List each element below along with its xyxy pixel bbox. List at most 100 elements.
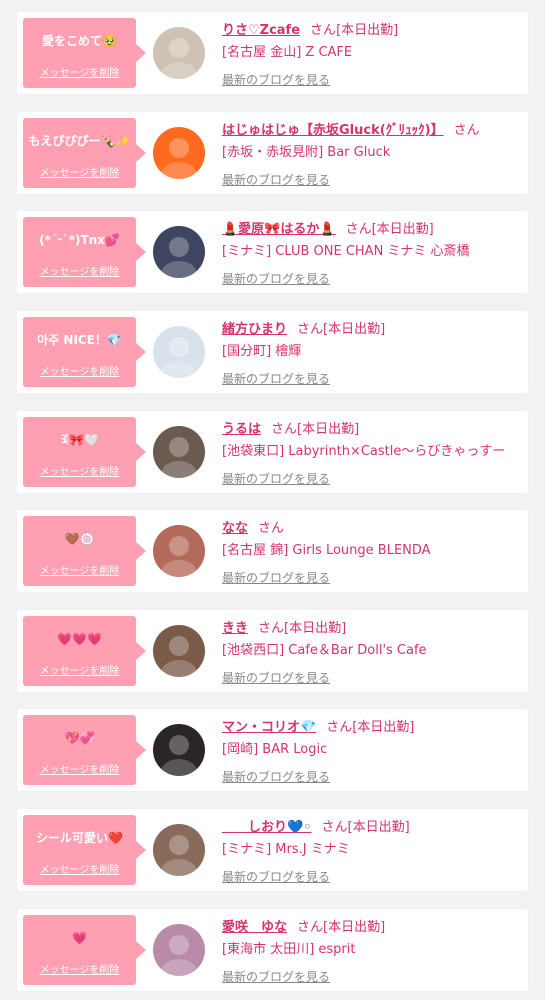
cast-name-link[interactable]: しおり💙◦ — [222, 820, 312, 835]
shop-name: [名古屋 金山] Z CAFE — [222, 45, 353, 60]
message-bubble: 💗💗💗 メッセージを削除 — [23, 616, 146, 686]
shop-name: [岡崎] BAR Logic — [222, 742, 328, 757]
honorific-label: さん — [345, 222, 372, 237]
latest-blog-link[interactable]: 最新のブログを見る — [222, 270, 330, 287]
message-card: シール可愛い❤️ メッセージを削除 しおり💙◦ さん[本日出勤] [ミナミ] Mrs.… — [17, 809, 528, 891]
latest-blog-link[interactable]: 最新のブログを見る — [222, 768, 330, 785]
message-card: 💗 メッセージを削除 愛咲 ゆな さん[本日出勤] [東海市 太田川] esprit 最新… — [17, 909, 528, 991]
cast-name-link[interactable]: 愛咲 ゆな — [222, 920, 287, 935]
card-info: なな さん [名古屋 錦] Girls Lounge BLENDA 最新のブログを見る — [222, 519, 518, 586]
profile-photo — [153, 426, 205, 478]
message-bubble: 💖💞 メッセージを削除 — [23, 715, 146, 785]
profile-photo — [153, 525, 205, 577]
honorific-label: さん — [453, 123, 480, 138]
latest-blog-link[interactable]: 最新のブログを見る — [222, 868, 330, 885]
name-row: 💄愛原🎀はるか💄 さん[本日出勤] — [222, 220, 518, 240]
shop-name: [国分町] 檜輝 — [222, 344, 302, 359]
card-info: マン・コリオ💎 さん[本日出勤] [岡崎] BAR Logic 最新のブログを見る — [222, 718, 518, 785]
latest-blog-link[interactable]: 最新のブログを見る — [222, 370, 330, 387]
cast-name-link[interactable]: マン・コリオ💎 — [222, 720, 316, 735]
work-status: [本日出勤] — [347, 820, 410, 835]
cast-name-link[interactable]: 緒方ひまり — [222, 322, 287, 337]
avatar[interactable] — [153, 226, 205, 278]
delete-message-link[interactable]: メッセージを削除 — [23, 861, 136, 876]
message-bubble: (*´ᵕ`*)Tnx💕 メッセージを削除 — [23, 217, 146, 287]
work-status: [本日出勤] — [323, 920, 386, 935]
cast-name-link[interactable]: なな — [222, 521, 248, 536]
message-text: 🤎🍥 — [64, 532, 95, 546]
latest-blog-link[interactable]: 最新のブログを見る — [222, 968, 330, 985]
message-bubble: 아주 NICE！💎 メッセージを削除 — [23, 317, 146, 387]
shop-name: [ミナミ] Mrs.J ミナミ — [222, 842, 350, 857]
message-text: 💗 — [72, 931, 87, 945]
avatar[interactable] — [153, 625, 205, 677]
delete-message-link[interactable]: メッセージを削除 — [23, 263, 136, 278]
card-info: はじゅはじゅ【赤坂Gluck(ｸﾞﾘｭｯｸ)】 さん [赤坂・赤坂見附] Bar G… — [222, 121, 518, 188]
delete-message-link[interactable]: メッセージを削除 — [23, 662, 136, 677]
profile-photo — [153, 27, 205, 79]
message-bubble: ꉂ🎀🤍 メッセージを削除 — [23, 417, 146, 487]
honorific-label: さん — [271, 422, 298, 437]
work-status: [本日出勤] — [336, 23, 399, 38]
latest-blog-link[interactable]: 最新のブログを見る — [222, 669, 330, 686]
latest-blog-link[interactable]: 最新のブログを見る — [222, 470, 330, 487]
latest-blog-link[interactable]: 最新のブログを見る — [222, 569, 330, 586]
message-card: 🤎🍥 メッセージを削除 なな さん [名古屋 錦] Girls Lounge BLEND… — [17, 510, 528, 592]
latest-blog-link[interactable]: 最新のブログを見る — [222, 71, 330, 88]
avatar[interactable] — [153, 426, 205, 478]
shop-name: [池袋東口] Labyrinth×Castle〜らびきゃっすー — [222, 444, 506, 459]
delete-message-link[interactable]: メッセージを削除 — [23, 761, 136, 776]
cast-name-link[interactable]: うるは — [222, 422, 261, 437]
profile-photo — [153, 625, 205, 677]
name-row: りさ♡Zcafe さん[本日出勤] — [222, 21, 518, 41]
honorific-label: さん — [310, 23, 337, 38]
shop-name: [赤坂・赤坂見附] Bar Gluck — [222, 145, 391, 160]
work-status: [本日出勤] — [284, 621, 347, 636]
name-row: うるは さん[本日出勤] — [222, 420, 518, 440]
profile-photo — [153, 724, 205, 776]
avatar[interactable] — [153, 824, 205, 876]
shop-name: [東海市 太田川] esprit — [222, 942, 356, 957]
message-text: (*´ᵕ`*)Tnx💕 — [39, 233, 120, 247]
name-row: しおり💙◦ さん[本日出勤] — [222, 818, 518, 838]
delete-message-link[interactable]: メッセージを削除 — [23, 164, 136, 179]
cast-name-link[interactable]: はじゅはじゅ【赤坂Gluck(ｸﾞﾘｭｯｸ)】 — [222, 123, 444, 138]
shop-name: [名古屋 錦] Girls Lounge BLENDA — [222, 543, 431, 558]
message-text: 아주 NICE！💎 — [37, 333, 122, 347]
cast-name-link[interactable]: 💄愛原🎀はるか💄 — [222, 222, 336, 237]
cast-name-link[interactable]: りさ♡Zcafe — [222, 23, 300, 38]
message-bubble: もえぴぴぴー🍾✨ メッセージを削除 — [23, 118, 146, 188]
message-text: 💖💞 — [64, 731, 95, 745]
card-info: きき さん[本日出勤] [池袋西口] Cafe＆Bar Doll's Cafe 最新の… — [222, 619, 518, 686]
cast-name-link[interactable]: きき — [222, 621, 248, 636]
message-card: (*´ᵕ`*)Tnx💕 メッセージを削除 💄愛原🎀はるか💄 さん[本日出勤] [ミナミ]… — [17, 211, 528, 293]
honorific-label: さん — [326, 720, 353, 735]
avatar[interactable] — [153, 27, 205, 79]
delete-message-link[interactable]: メッセージを削除 — [23, 64, 136, 79]
message-bubble: 愛をこめて🥹 メッセージを削除 — [23, 18, 146, 88]
avatar[interactable] — [153, 326, 205, 378]
message-bubble: シール可愛い❤️ メッセージを削除 — [23, 815, 146, 885]
name-row: なな さん — [222, 519, 518, 539]
avatar[interactable] — [153, 924, 205, 976]
avatar[interactable] — [153, 127, 205, 179]
work-status: [本日出勤] — [297, 422, 360, 437]
delete-message-link[interactable]: メッセージを削除 — [23, 562, 136, 577]
message-card: 💖💞 メッセージを削除 マン・コリオ💎 さん[本日出勤] [岡崎] BAR Logic 最… — [17, 709, 528, 791]
delete-message-link[interactable]: メッセージを削除 — [23, 961, 136, 976]
shop-name: [ミナミ] CLUB ONE CHAN ミナミ 心斎橋 — [222, 244, 470, 259]
message-card: 아주 NICE！💎 メッセージを削除 緒方ひまり さん[本日出勤] [国分町] 檜輝 最新… — [17, 311, 528, 393]
delete-message-link[interactable]: メッセージを削除 — [23, 363, 136, 378]
latest-blog-link[interactable]: 最新のブログを見る — [222, 171, 330, 188]
message-text: シール可愛い❤️ — [36, 831, 123, 845]
delete-message-link[interactable]: メッセージを削除 — [23, 463, 136, 478]
profile-photo — [153, 824, 205, 876]
profile-photo — [153, 226, 205, 278]
avatar[interactable] — [153, 724, 205, 776]
message-list: 愛をこめて🥹 メッセージを削除 りさ♡Zcafe さん[本日出勤] [名古屋 金山] Z… — [0, 0, 545, 1000]
name-row: はじゅはじゅ【赤坂Gluck(ｸﾞﾘｭｯｸ)】 さん — [222, 121, 518, 141]
avatar[interactable] — [153, 525, 205, 577]
message-text: 愛をこめて🥹 — [42, 34, 117, 48]
honorific-label: さん — [258, 521, 285, 536]
card-info: しおり💙◦ さん[本日出勤] [ミナミ] Mrs.J ミナミ 最新のブログを見る — [222, 818, 518, 885]
